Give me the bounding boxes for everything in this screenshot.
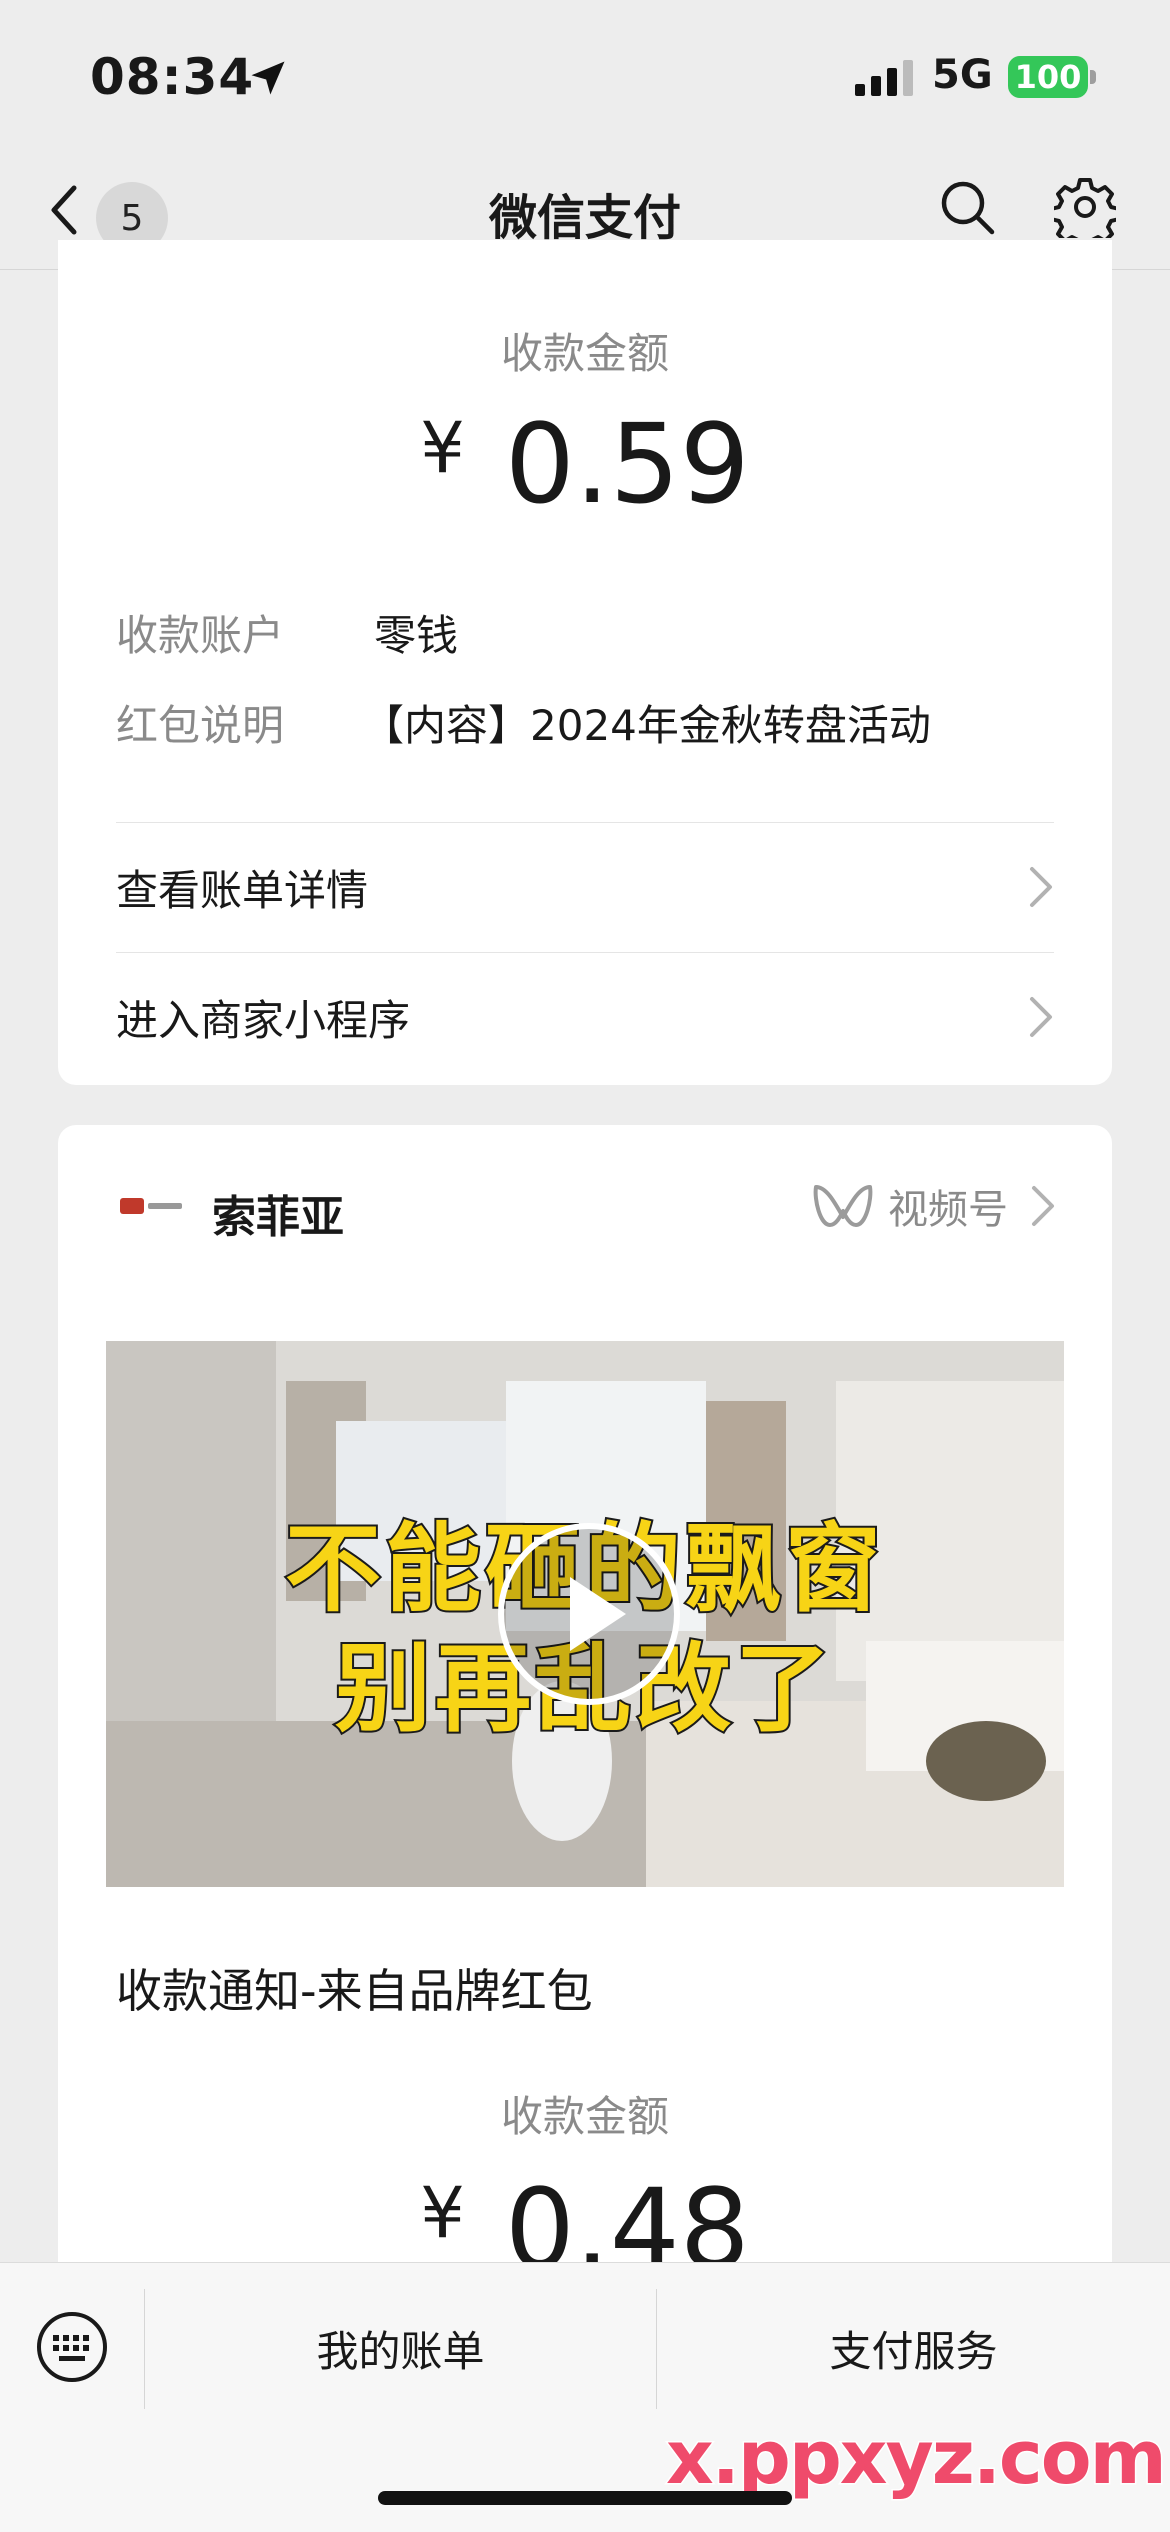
- channels-link[interactable]: 视频号: [812, 1177, 1056, 1235]
- battery-indicator: 100: [1008, 56, 1088, 98]
- chevron-right-icon: [1030, 867, 1052, 907]
- chevron-right-icon: [1030, 997, 1052, 1037]
- payment-amount: ¥0.59: [58, 400, 1112, 528]
- info-key: 收款账户: [116, 611, 285, 660]
- status-bar: 08:34 5G 100: [0, 0, 1170, 150]
- info-key: 红包说明: [116, 701, 285, 750]
- currency-symbol: ¥: [420, 2172, 465, 2254]
- my-bills-button[interactable]: 我的账单: [145, 2293, 656, 2403]
- info-value: 【内容】2024年金秋转盘活动: [362, 701, 931, 750]
- brand-name[interactable]: 索菲亚: [212, 1181, 344, 1245]
- cellular-signal-icon: [855, 60, 913, 96]
- link-label: 查看账单详情: [116, 865, 369, 915]
- channels-label: 视频号: [888, 1187, 1008, 1233]
- chevron-right-icon: [1032, 1186, 1054, 1226]
- info-row-account: 收款账户 零钱: [116, 602, 458, 663]
- amount-label: 收款金额: [500, 2092, 669, 2141]
- status-time: 08:34: [90, 48, 255, 106]
- battery-nub: [1090, 70, 1096, 84]
- notice-title: 收款通知-来自品牌红包: [116, 1964, 593, 2018]
- currency-symbol: ¥: [420, 407, 465, 489]
- network-type: 5G: [932, 52, 993, 98]
- watermark: x.ppxyz.com: [665, 2414, 1169, 2503]
- payment-services-button[interactable]: 支付服务: [657, 2293, 1170, 2403]
- info-row-description: 红包说明 【内容】2024年金秋转盘活动: [116, 692, 931, 753]
- info-value: 零钱: [374, 611, 459, 660]
- home-indicator[interactable]: [378, 2491, 792, 2505]
- video-thumbnail[interactable]: 不能砸的飘窗 别再乱改了: [106, 1341, 1064, 1887]
- gear-icon[interactable]: [1054, 176, 1116, 238]
- search-icon[interactable]: [938, 178, 996, 236]
- view-bill-details-link[interactable]: 查看账单详情: [116, 822, 1054, 952]
- keyboard-icon[interactable]: [36, 2311, 108, 2383]
- channels-logo-icon: [813, 1185, 873, 1227]
- bottom-menu-bar: 我的账单 支付服务 x.ppxyz.com: [0, 2262, 1170, 2532]
- amount-value: 0.48: [504, 2165, 750, 2265]
- play-icon[interactable]: [494, 1519, 684, 1709]
- payment-amount: ¥0.48: [58, 2165, 1112, 2265]
- amount-label: 收款金额: [500, 329, 669, 378]
- payment-card-2: 索菲亚 视频号 不能砸的飘窗 别再乱改了: [58, 1125, 1112, 2265]
- location-arrow-icon: [251, 61, 285, 95]
- payment-card-1: 收款金额 ¥0.59 收款账户 零钱 红包说明 【内容】2024年金秋转盘活动 …: [58, 240, 1112, 1085]
- amount-value: 0.59: [504, 400, 750, 528]
- brand-logo-icon: [120, 1198, 182, 1214]
- merchant-mini-program-link[interactable]: 进入商家小程序: [116, 952, 1054, 1082]
- link-label: 进入商家小程序: [116, 995, 411, 1045]
